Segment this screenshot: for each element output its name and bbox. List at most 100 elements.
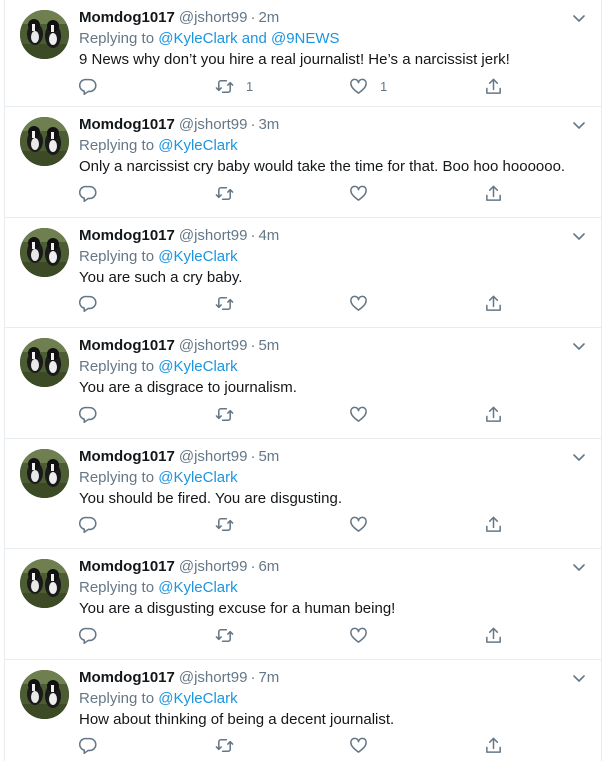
tweet[interactable]: Momdog1017 @jshort99 · 2m Replying to @Kyle…: [5, 0, 601, 107]
tweet-timestamp[interactable]: 5m: [258, 337, 279, 354]
share-button[interactable]: [484, 404, 503, 424]
tweet-timestamp[interactable]: 3m: [258, 116, 279, 133]
tweet-header: Momdog1017 @jshort99 · 2m: [79, 8, 589, 28]
display-name[interactable]: Momdog1017: [79, 669, 175, 686]
chevron-down-icon[interactable]: [571, 338, 587, 354]
tweet[interactable]: Momdog1017 @jshort99 · 6m Replying to @Kyle…: [5, 549, 601, 660]
reply-button[interactable]: [79, 736, 98, 756]
reply-button[interactable]: [79, 183, 98, 203]
replying-to-mentions[interactable]: @KyleClark: [158, 358, 237, 375]
share-button[interactable]: [484, 294, 503, 314]
chevron-down-icon[interactable]: [571, 228, 587, 244]
reply-icon: [79, 295, 97, 313]
like-button[interactable]: [349, 515, 380, 535]
display-name[interactable]: Momdog1017: [79, 337, 175, 354]
avatar[interactable]: [20, 227, 69, 277]
retweet-button[interactable]: 1: [215, 76, 253, 96]
reply-icon: [79, 516, 97, 534]
reply-button[interactable]: [79, 515, 98, 535]
user-handle[interactable]: @jshort99: [179, 227, 248, 244]
user-handle[interactable]: @jshort99: [179, 669, 248, 686]
tweet[interactable]: Momdog1017 @jshort99 · 5m Replying to @Kyle…: [5, 328, 601, 439]
heart-icon: [350, 406, 367, 422]
user-handle[interactable]: @jshort99: [179, 116, 248, 133]
replying-to-label: Replying to: [79, 247, 155, 265]
like-button[interactable]: [349, 404, 380, 424]
tweet-timestamp[interactable]: 5m: [258, 448, 279, 465]
like-button[interactable]: [349, 736, 380, 756]
user-handle[interactable]: @jshort99: [179, 337, 248, 354]
like-button[interactable]: [349, 183, 380, 203]
replying-to: Replying to @KyleClark: [79, 688, 589, 709]
share-button[interactable]: [484, 183, 503, 203]
share-button[interactable]: [484, 736, 503, 756]
replying-to-mentions[interactable]: @KyleClark: [158, 137, 237, 154]
tweet-text: You are such a cry baby.: [79, 268, 243, 286]
replying-to-mentions[interactable]: @KyleClark: [158, 469, 237, 486]
reply-button[interactable]: [79, 625, 98, 645]
like-button[interactable]: [349, 294, 380, 314]
retweet-button[interactable]: [215, 515, 246, 535]
heart-icon: [350, 737, 367, 753]
reply-button[interactable]: [79, 76, 98, 96]
reply-icon: [79, 627, 97, 644]
tweet-text: You are a disgrace to journalism.: [79, 379, 297, 396]
reply-button[interactable]: [79, 404, 98, 424]
like-button[interactable]: [349, 625, 380, 645]
avatar[interactable]: [20, 338, 69, 387]
tweet-content: Momdog1017 @jshort99 · 5m Replying to @Kyle…: [79, 336, 589, 398]
chevron-down-icon[interactable]: [571, 449, 587, 465]
chevron-down-icon[interactable]: [571, 10, 587, 26]
avatar[interactable]: [20, 669, 69, 719]
display-name[interactable]: Momdog1017: [79, 448, 175, 465]
replying-to: Replying to @KyleClark: [79, 356, 589, 377]
replying-to: Replying to @KyleClark: [79, 467, 589, 488]
like-button[interactable]: 1: [349, 76, 387, 96]
avatar[interactable]: [20, 559, 69, 608]
replying-to-mentions[interactable]: @KyleClark: [158, 579, 237, 596]
tweet-timestamp[interactable]: 2m: [258, 9, 279, 26]
tweet-timestamp[interactable]: 6m: [258, 558, 279, 575]
share-button[interactable]: [484, 515, 503, 535]
replying-to-label: Replying to: [79, 689, 155, 707]
tweet-timestamp[interactable]: 7m: [258, 669, 279, 686]
user-handle[interactable]: @jshort99: [179, 9, 248, 26]
share-button[interactable]: [484, 76, 503, 96]
user-handle[interactable]: @jshort99: [179, 558, 248, 575]
replying-to-mentions[interactable]: @KyleClark and @9NEWS: [158, 30, 339, 47]
replying-to-label: Replying to: [79, 579, 155, 596]
reply-button[interactable]: [79, 294, 98, 314]
retweet-button[interactable]: [215, 625, 246, 645]
tweet[interactable]: Momdog1017 @jshort99 · 5m Replying to @Kyle…: [5, 439, 601, 549]
chevron-down-icon[interactable]: [571, 670, 587, 686]
tweet[interactable]: Momdog1017 @jshort99 · 7m Replying to @Kyle…: [5, 660, 601, 761]
retweet-button[interactable]: [215, 294, 246, 314]
avatar[interactable]: [20, 117, 69, 166]
retweet-icon: [215, 407, 234, 421]
retweet-icon: [215, 518, 234, 531]
tweet-actions: [79, 294, 519, 314]
tweet-timestamp[interactable]: 4m: [258, 227, 279, 244]
separator-dot: ·: [250, 9, 256, 26]
display-name[interactable]: Momdog1017: [79, 227, 175, 244]
replying-to-label: Replying to: [79, 30, 155, 47]
display-name[interactable]: Momdog1017: [79, 116, 175, 133]
avatar[interactable]: [20, 448, 69, 498]
tweet[interactable]: Momdog1017 @jshort99 · 4m Replying to @Kyle…: [5, 218, 601, 328]
chevron-down-icon[interactable]: [571, 559, 587, 575]
display-name[interactable]: Momdog1017: [79, 558, 175, 575]
replying-to-mentions[interactable]: @KyleClark: [158, 690, 237, 707]
tweet-header: Momdog1017 @jshort99 · 5m: [79, 447, 589, 467]
avatar[interactable]: [20, 10, 69, 59]
replying-to-mentions[interactable]: @KyleClark: [158, 248, 237, 265]
tweet[interactable]: Momdog1017 @jshort99 · 3m Replying to @Kyle…: [5, 107, 601, 218]
replying-to-label: Replying to: [79, 358, 155, 375]
share-button[interactable]: [484, 625, 503, 645]
retweet-button[interactable]: [215, 736, 246, 756]
retweet-button[interactable]: [215, 183, 246, 203]
tweet-actions: [79, 183, 519, 203]
retweet-button[interactable]: [215, 404, 246, 424]
display-name[interactable]: Momdog1017: [79, 9, 175, 26]
user-handle[interactable]: @jshort99: [179, 448, 248, 465]
chevron-down-icon[interactable]: [571, 117, 587, 133]
